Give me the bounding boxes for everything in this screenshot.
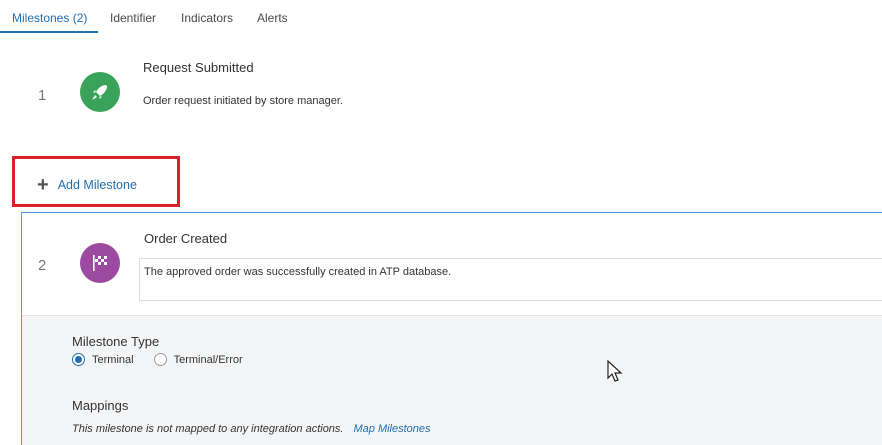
tab-alerts[interactable]: Alerts (257, 11, 288, 25)
rocket-icon (80, 72, 120, 112)
milestone-edit-panel: 2 Order Created The approved order was s… (21, 212, 882, 445)
milestone-title: Request Submitted (143, 60, 254, 75)
mapping-note: This milestone is not mapped to any inte… (72, 423, 431, 435)
tab-bar: Milestones (2) Identifier Indicators Ale… (0, 0, 882, 33)
mappings-label: Mappings (72, 398, 129, 413)
radio-terminal-error[interactable]: Terminal/Error (153, 353, 243, 366)
mouse-pointer-icon (607, 359, 623, 389)
milestone-description-field[interactable]: The approved order was successfully crea… (139, 258, 882, 301)
milestone-description: Order request initiated by store manager… (143, 95, 343, 107)
mapping-note-text: This milestone is not mapped to any inte… (72, 423, 344, 435)
radio-label: Terminal/Error (173, 353, 243, 366)
radio-terminal[interactable]: Terminal (72, 353, 134, 366)
radio-label: Terminal (92, 353, 134, 366)
active-tab-indicator (0, 31, 98, 33)
radio-button[interactable] (72, 353, 85, 366)
milestone-title-field[interactable]: Order Created (144, 231, 227, 246)
milestone-number: 1 (38, 87, 47, 104)
checkered-flag-icon (80, 243, 120, 283)
tab-identifier[interactable]: Identifier (110, 11, 156, 25)
radio-button[interactable] (153, 353, 167, 366)
add-milestone-button[interactable]: + Add Milestone (37, 174, 137, 196)
add-milestone-label: Add Milestone (57, 178, 137, 192)
plus-icon: + (37, 174, 49, 196)
tab-indicators[interactable]: Indicators (181, 11, 233, 25)
milestone-description: The approved order was successfully crea… (144, 266, 452, 278)
map-milestones-link[interactable]: Map Milestones (353, 423, 430, 435)
milestone-type-label: Milestone Type (72, 334, 160, 349)
milestone-number: 2 (38, 257, 47, 274)
milestone-type-radio-group: Terminal Terminal/Error (72, 353, 263, 366)
tab-milestones[interactable]: Milestones (2) (12, 11, 87, 25)
